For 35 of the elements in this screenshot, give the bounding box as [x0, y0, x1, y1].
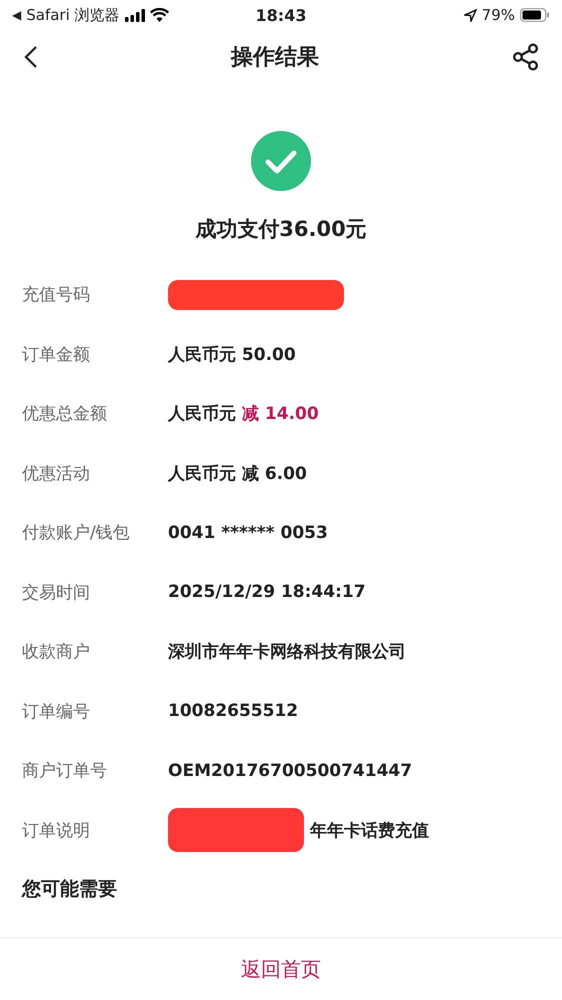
success-check-icon	[251, 131, 311, 191]
status-time: 18:43	[254, 6, 308, 24]
section-heading: 您可能需要	[20, 877, 118, 902]
payment-success-message: 成功支付36.00元	[195, 216, 367, 243]
detail-label: 优惠活动	[22, 462, 91, 485]
detail-value: 人民币元 减 6.00	[168, 462, 307, 485]
detail-value: 人民币元	[168, 403, 236, 426]
return-home-button[interactable]: 返回首页	[231, 950, 331, 988]
page-title: 操作结果	[231, 44, 319, 72]
location-arrow-icon	[464, 8, 477, 22]
detail-value: 年年卡话费充值	[310, 820, 429, 842]
battery-percent: 79%	[482, 6, 515, 24]
detail-value: 深圳市年年卡网络科技有限公司	[168, 641, 406, 664]
discount-amount: 减 14.00	[242, 403, 319, 426]
detail-label: 优惠总金额	[22, 403, 108, 426]
detail-value: 人民币元 50.00	[168, 344, 296, 366]
detail-label: 充值号码	[22, 284, 91, 306]
detail-value: 2025/12/29 18:44:17	[168, 582, 366, 602]
back-icon[interactable]	[24, 45, 38, 69]
detail-label: 付款账户/钱包	[22, 522, 131, 544]
detail-label: 收款商户	[22, 641, 91, 664]
detail-value: 10082655512	[168, 701, 298, 722]
detail-label: 订单编号	[22, 700, 91, 723]
back-app-label[interactable]: Safari 浏览器	[26, 6, 120, 24]
detail-label: 交易时间	[22, 582, 91, 604]
detail-value: 0041 ****** 0053	[168, 522, 328, 543]
wifi-icon	[150, 8, 169, 22]
back-arrow[interactable]: ◀	[12, 8, 22, 22]
detail-label: 订单说明	[22, 820, 91, 842]
signal-icon	[124, 8, 145, 22]
detail-value: OEM20176700500741447	[168, 760, 412, 781]
detail-label: 商户订单号	[22, 760, 108, 782]
battery-icon	[520, 8, 550, 22]
detail-label: 订单金额	[22, 344, 91, 366]
share-icon[interactable]	[512, 43, 540, 71]
